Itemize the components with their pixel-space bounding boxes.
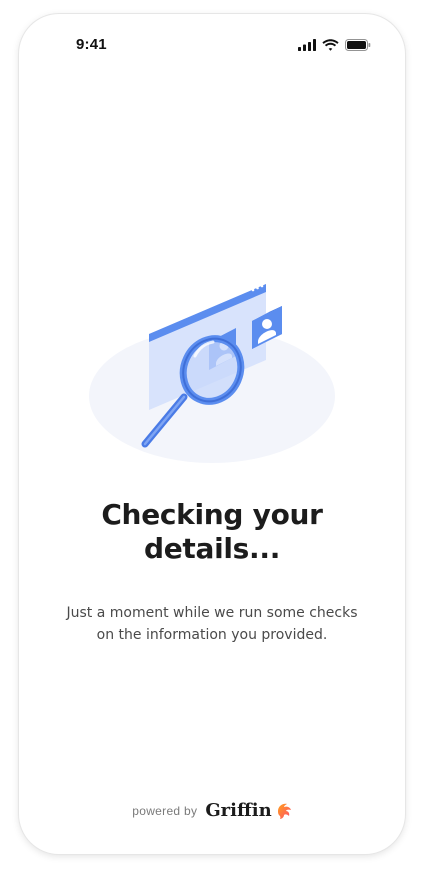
status-icons: [298, 39, 371, 51]
page-title: Checking your details...: [19, 498, 405, 566]
signal-icon: [298, 39, 316, 51]
page-subtitle: Just a moment while we run some checks o…: [49, 602, 375, 646]
brand-name: Griffin: [205, 800, 272, 821]
page-subtitle-line-2: on the information you provided.: [96, 627, 328, 643]
wifi-icon: [322, 39, 339, 51]
powered-by-label: powered by: [132, 803, 198, 818]
griffin-logo-icon: [277, 803, 291, 819]
brand-logo: Griffin: [205, 800, 291, 821]
battery-icon: [345, 39, 371, 51]
page-title-line-2: details...: [143, 532, 281, 565]
phone-frame: 9:41 Checking your details... Just a mom…: [19, 14, 405, 854]
status-time: 9:41: [76, 36, 107, 53]
powered-by-footer: powered by Griffin: [19, 800, 405, 821]
page-title-line-1: Checking your: [101, 498, 323, 531]
status-bar: 9:41: [19, 14, 405, 74]
magnifying-glass-id-card-illustration: [89, 284, 335, 463]
page-subtitle-line-1: Just a moment while we run some checks: [66, 605, 358, 621]
